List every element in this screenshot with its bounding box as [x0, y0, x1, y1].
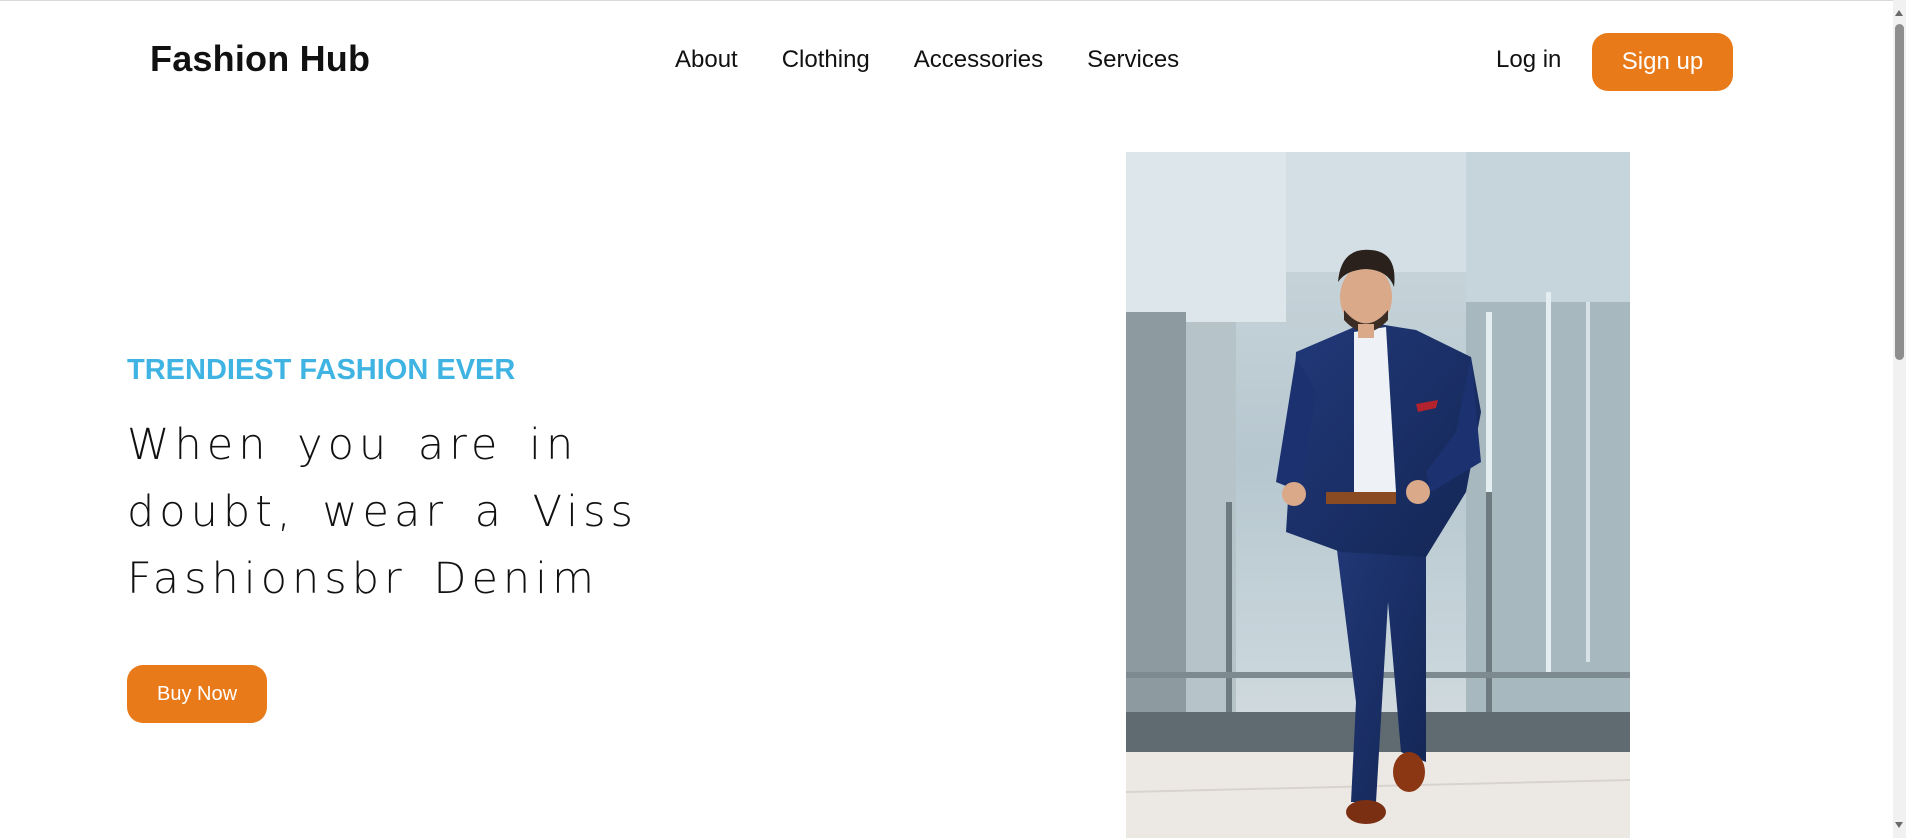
hero-headline: When you are in doubt, wear a Viss Fashi…: [127, 420, 638, 604]
nav-link-services[interactable]: Services: [1087, 46, 1179, 74]
scrollbar-thumb[interactable]: [1895, 24, 1904, 360]
nav-link-about[interactable]: About: [675, 46, 738, 74]
hero-photo-illustration: [1126, 152, 1630, 838]
scroll-up-arrow-icon[interactable]: [1895, 10, 1903, 16]
scroll-down-arrow-icon[interactable]: [1895, 822, 1903, 828]
signup-button[interactable]: Sign up: [1592, 33, 1733, 91]
hero-image: [1126, 152, 1630, 838]
nav-link-accessories[interactable]: Accessories: [914, 46, 1043, 74]
brand-logo-text[interactable]: Fashion Hub: [150, 38, 370, 80]
login-link[interactable]: Log in: [1496, 46, 1561, 74]
main-nav: About Clothing Accessories Services: [675, 46, 1179, 74]
window-top-border: [0, 0, 1906, 1]
buy-now-button[interactable]: Buy Now: [127, 665, 267, 723]
page-scrollbar[interactable]: [1893, 0, 1906, 838]
hero-eyebrow: TRENDIEST FASHION EVER: [127, 354, 516, 386]
nav-link-clothing[interactable]: Clothing: [782, 46, 870, 74]
